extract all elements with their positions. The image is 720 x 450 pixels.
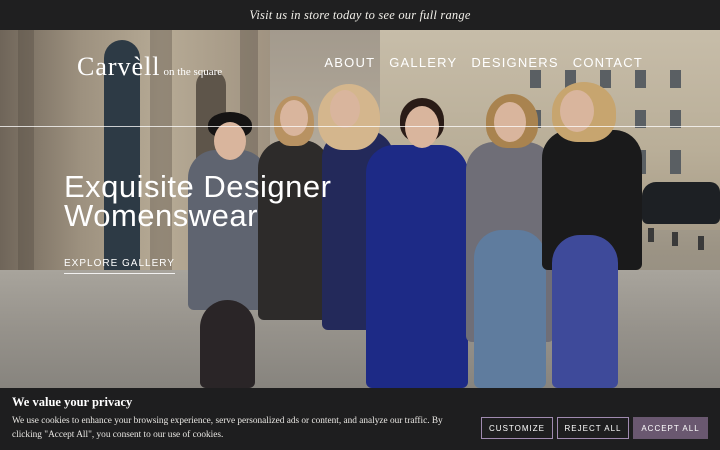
announcement-bar: Visit us in store today to see our full … <box>0 0 720 30</box>
sequin-pants <box>552 235 618 388</box>
window <box>635 70 646 88</box>
face <box>330 90 360 128</box>
bollard <box>648 228 654 242</box>
cookie-text: We use cookies to enhance your browsing … <box>12 416 443 440</box>
nav-gallery[interactable]: GALLERY <box>389 55 457 70</box>
face <box>214 122 246 160</box>
announcement-text: Visit us in store today to see our full … <box>249 7 471 22</box>
woman-blue-suit <box>366 145 468 388</box>
hero-headline: Exquisite Designer Womenswear <box>64 171 364 233</box>
customize-button[interactable]: CUSTOMIZE <box>481 417 553 439</box>
logo-wordmark: Carvèll <box>77 52 161 81</box>
nav-divider <box>0 126 720 127</box>
reject-all-button[interactable]: REJECT ALL <box>557 417 629 439</box>
window <box>670 150 681 174</box>
face <box>405 106 439 148</box>
bollard <box>698 236 704 250</box>
pillar <box>18 30 34 280</box>
cookie-title: We value your privacy <box>12 395 133 409</box>
accept-all-button[interactable]: ACCEPT ALL <box>633 417 708 439</box>
woman-leather <box>258 140 330 320</box>
bollard <box>672 232 678 246</box>
main-nav: ABOUT GALLERY DESIGNERS CONTACT <box>324 55 643 70</box>
face <box>494 102 526 142</box>
window <box>530 70 541 88</box>
nav-about[interactable]: ABOUT <box>324 55 375 70</box>
car <box>642 182 720 224</box>
window <box>600 70 611 88</box>
legs <box>200 300 255 388</box>
nav-contact[interactable]: CONTACT <box>573 55 643 70</box>
logo[interactable]: Carvèll on the square <box>77 52 222 82</box>
explore-gallery-link[interactable]: EXPLORE GALLERY <box>64 258 175 274</box>
headline-line-2: Womenswear <box>64 198 258 233</box>
face <box>280 100 308 136</box>
nav-designers[interactable]: DESIGNERS <box>471 55 558 70</box>
jeans <box>474 230 546 388</box>
logo-tagline: on the square <box>163 66 223 78</box>
window <box>670 70 681 88</box>
